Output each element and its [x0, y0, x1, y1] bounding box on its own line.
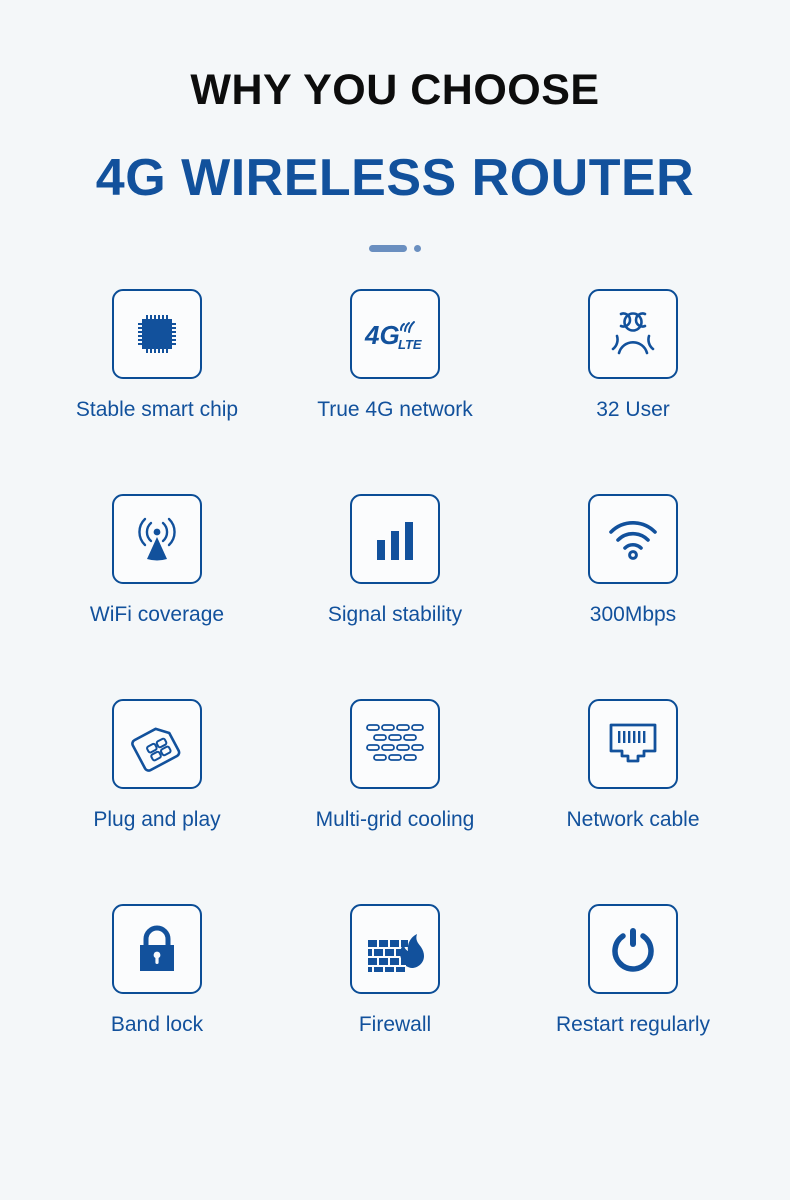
wifi-icon	[588, 493, 678, 584]
feature-item-32-user: 32 User	[514, 288, 752, 494]
page-subtitle: 4G WIRELESS ROUTER	[95, 149, 695, 208]
sim-card-icon	[112, 698, 202, 789]
promo-page: WHY YOU CHOOSE 4G WIRELESS ROUTER Stable…	[0, 0, 790, 1200]
feature-item-network-cable: Network cable	[514, 698, 752, 904]
feature-grid: Stable smart chip 4G LTE True 4G network	[38, 288, 752, 1109]
broadcast-tower-icon	[112, 493, 202, 584]
feature-label: Signal stability	[327, 602, 463, 626]
feature-item-restart-regularly: Restart regularly	[514, 903, 752, 1109]
feature-item-true-4g-network: 4G LTE True 4G network	[276, 288, 514, 494]
feature-item-multi-grid-cooling: Multi-grid cooling	[276, 698, 514, 904]
feature-label: 300Mbps	[589, 602, 677, 626]
users-group-icon	[588, 288, 678, 379]
feature-label: Band lock	[110, 1012, 204, 1036]
feature-label: True 4G network	[317, 397, 473, 421]
feature-label: WiFi coverage	[89, 602, 225, 626]
feature-item-signal-stability: Signal stability	[276, 493, 514, 699]
feature-label: Stable smart chip	[75, 397, 239, 421]
power-icon	[588, 903, 678, 994]
feature-label: Restart regularly	[555, 1012, 711, 1036]
feature-label: Plug and play	[93, 807, 221, 831]
chip-icon	[112, 288, 202, 379]
feature-item-plug-and-play: Plug and play	[38, 698, 276, 904]
feature-label: Firewall	[358, 1012, 432, 1036]
decorative-divider	[369, 243, 421, 255]
feature-item-wifi-coverage: WiFi coverage	[38, 493, 276, 699]
feature-item-firewall: Firewall	[276, 903, 514, 1109]
page-title: WHY YOU CHOOSE	[190, 66, 600, 114]
divider-dot	[414, 245, 421, 253]
vent-grid-icon	[350, 698, 440, 789]
4g-lte-icon: 4G LTE	[350, 288, 440, 379]
signal-bars-icon	[350, 493, 440, 584]
padlock-icon	[112, 903, 202, 994]
rj45-port-icon	[588, 698, 678, 789]
feature-item-300mbps: 300Mbps	[514, 493, 752, 699]
svg-text:LTE: LTE	[398, 337, 422, 352]
divider-bar	[369, 245, 407, 253]
svg-text:4G: 4G	[364, 320, 400, 350]
feature-label: Network cable	[566, 807, 700, 831]
feature-item-band-lock: Band lock	[38, 903, 276, 1109]
feature-item-stable-smart-chip: Stable smart chip	[38, 288, 276, 494]
feature-label: Multi-grid cooling	[315, 807, 475, 831]
feature-label: 32 User	[596, 397, 670, 421]
page-header: WHY YOU CHOOSE 4G WIRELESS ROUTER	[0, 0, 790, 206]
firewall-brick-flame-icon	[350, 903, 440, 994]
